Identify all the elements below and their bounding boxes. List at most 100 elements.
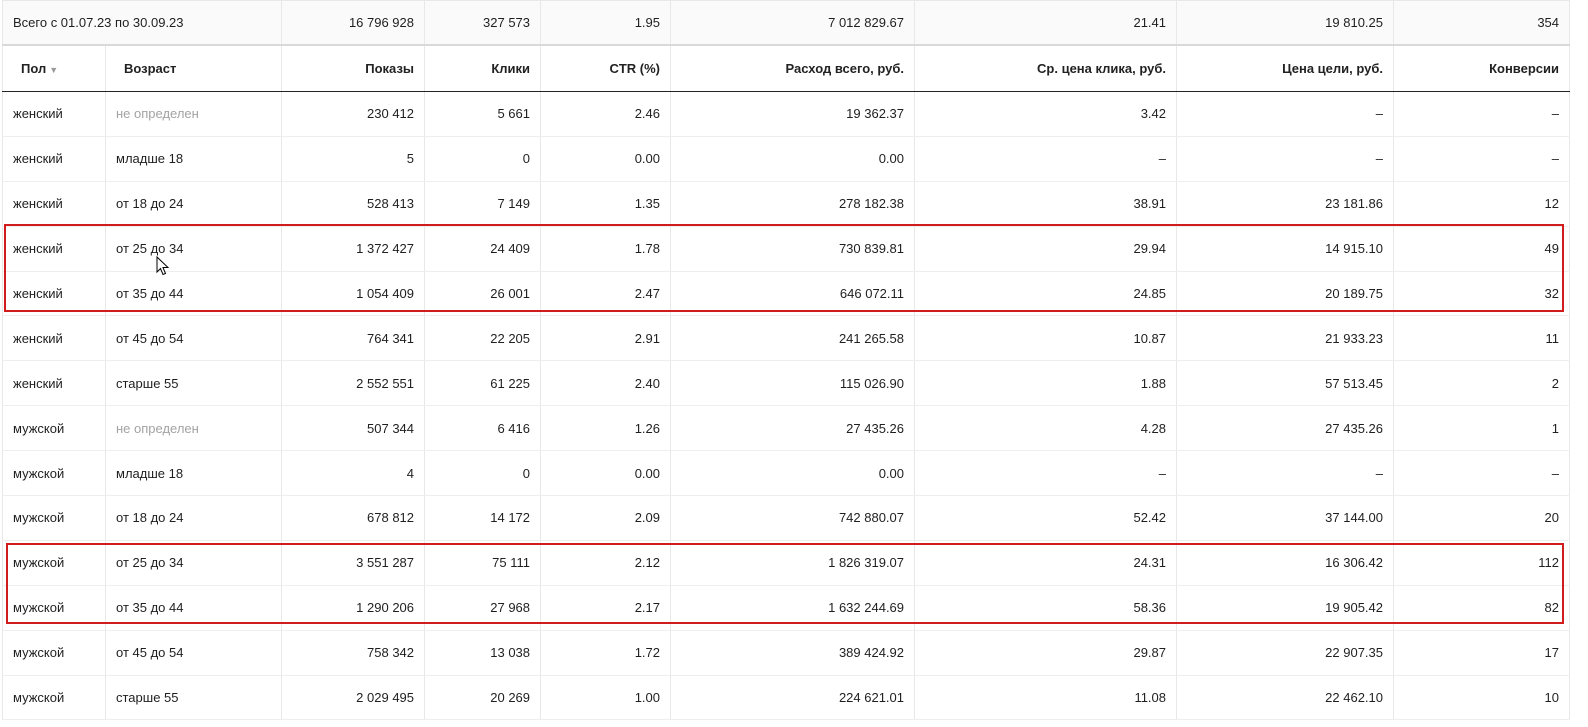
cell-clicks: 20 269 — [424, 675, 541, 721]
cell-conversions: – — [1393, 136, 1571, 182]
cell-ctr: 0.00 — [540, 136, 671, 182]
cell-spend: 27 435.26 — [670, 405, 915, 452]
cell-spend: 241 265.58 — [670, 315, 915, 362]
cell-impressions: 2 552 551 — [281, 360, 425, 407]
cell-spend: 0.00 — [670, 450, 915, 497]
cell-clicks: 24 409 — [424, 226, 541, 272]
cell-age: младше 18 — [104, 450, 282, 497]
totals-goal-cost: 19 810.25 — [1176, 0, 1394, 46]
cell-gender: мужской — [2, 540, 106, 586]
totals-avg-cpc: 21.41 — [914, 0, 1177, 46]
cell-age: старше 55 — [104, 360, 282, 407]
cell-gender: мужской — [2, 585, 106, 631]
cell-conversions: 32 — [1393, 271, 1571, 317]
cell-clicks: 26 001 — [424, 271, 541, 317]
cell-gender: женский — [2, 91, 106, 137]
column-header-impressions[interactable]: Показы — [281, 45, 425, 92]
cell-age: от 18 до 24 — [104, 495, 282, 541]
mouse-cursor-icon — [156, 256, 170, 276]
cell-clicks: 0 — [424, 450, 541, 497]
cell-goal-cost: 57 513.45 — [1176, 360, 1394, 407]
cell-ctr: 1.26 — [540, 405, 671, 452]
cell-spend: 19 362.37 — [670, 91, 915, 137]
column-header-ctr[interactable]: CTR (%) — [540, 45, 671, 92]
cell-goal-cost: 27 435.26 — [1176, 405, 1394, 452]
cell-goal-cost: 23 181.86 — [1176, 181, 1394, 227]
cell-ctr: 2.17 — [540, 585, 671, 631]
column-header-spend[interactable]: Расход всего, руб. — [670, 45, 915, 92]
cell-conversions: 82 — [1393, 585, 1571, 631]
table-row: женский от 25 до 34 1 372 427 24 409 1.78 730… — [2, 226, 1571, 272]
totals-impressions: 16 796 928 — [281, 0, 425, 46]
cell-conversions: 49 — [1393, 226, 1571, 272]
column-header-clicks[interactable]: Клики — [424, 45, 541, 92]
cell-gender: мужской — [2, 450, 106, 497]
column-header-avg-cpc[interactable]: Ср. цена клика, руб. — [914, 45, 1177, 92]
column-header-gender[interactable]: Пол ▼ — [2, 45, 106, 92]
cell-spend: 224 621.01 — [670, 675, 915, 721]
sort-desc-icon[interactable]: ▼ — [49, 65, 58, 75]
cell-ctr: 1.72 — [540, 630, 671, 676]
table-row: женский старше 55 2 552 551 61 225 2.40 115 0… — [2, 360, 1571, 407]
cell-avg-cpc: 24.31 — [914, 540, 1177, 586]
column-header-goal-cost[interactable]: Цена цели, руб. — [1176, 45, 1394, 92]
cell-age: от 45 до 54 — [104, 315, 282, 362]
cell-avg-cpc: 3.42 — [914, 91, 1177, 137]
cell-goal-cost: 21 933.23 — [1176, 315, 1394, 362]
cell-impressions: 3 551 287 — [281, 540, 425, 586]
totals-clicks: 327 573 — [424, 0, 541, 46]
cell-clicks: 13 038 — [424, 630, 541, 676]
cell-clicks: 27 968 — [424, 585, 541, 631]
cell-ctr: 2.47 — [540, 271, 671, 317]
cell-clicks: 22 205 — [424, 315, 541, 362]
cell-goal-cost: 22 907.35 — [1176, 630, 1394, 676]
cell-conversions: 20 — [1393, 495, 1571, 541]
cell-avg-cpc: – — [914, 136, 1177, 182]
cell-clicks: 0 — [424, 136, 541, 182]
cell-goal-cost: – — [1176, 91, 1394, 137]
cell-gender: мужской — [2, 495, 106, 541]
cell-avg-cpc: 58.36 — [914, 585, 1177, 631]
cell-gender: женский — [2, 315, 106, 362]
cell-ctr: 0.00 — [540, 450, 671, 497]
cell-conversions: 11 — [1393, 315, 1571, 362]
cell-ctr: 1.35 — [540, 181, 671, 227]
cell-age: старше 55 — [104, 675, 282, 721]
cell-conversions: 2 — [1393, 360, 1571, 407]
cell-spend: 646 072.11 — [670, 271, 915, 317]
cell-conversions: 12 — [1393, 181, 1571, 227]
cell-avg-cpc: – — [914, 450, 1177, 497]
cell-avg-cpc: 10.87 — [914, 315, 1177, 362]
cell-ctr: 2.40 — [540, 360, 671, 407]
cell-impressions: 5 — [281, 136, 425, 182]
cell-age: от 25 до 34 — [104, 226, 282, 272]
cell-goal-cost: 22 462.10 — [1176, 675, 1394, 721]
cell-spend: 0.00 — [670, 136, 915, 182]
totals-spend: 7 012 829.67 — [670, 0, 915, 46]
column-header-conversions[interactable]: Конверсии — [1393, 45, 1571, 92]
column-header-age[interactable]: Возраст — [104, 45, 282, 92]
cell-gender: женский — [2, 226, 106, 272]
cell-clicks: 5 661 — [424, 91, 541, 137]
cell-clicks: 7 149 — [424, 181, 541, 227]
totals-row: Всего с 01.07.23 по 30.09.23 16 796 928 … — [1, 0, 1571, 46]
cell-impressions: 678 812 — [281, 495, 425, 541]
totals-ctr: 1.95 — [540, 0, 671, 46]
cell-impressions: 4 — [281, 450, 425, 497]
cell-impressions: 764 341 — [281, 315, 425, 362]
cell-age: от 18 до 24 — [104, 181, 282, 227]
cell-avg-cpc: 24.85 — [914, 271, 1177, 317]
cell-impressions: 758 342 — [281, 630, 425, 676]
table-row: женский не определен 230 412 5 661 2.46 19 36… — [2, 91, 1571, 137]
table-row: женский младше 18 5 0 0.00 0.00– – – — [2, 136, 1571, 182]
cell-clicks: 6 416 — [424, 405, 541, 452]
cell-spend: 115 026.90 — [670, 360, 915, 407]
cell-gender: мужской — [2, 405, 106, 452]
cell-goal-cost: – — [1176, 450, 1394, 497]
cell-age: не определен — [104, 91, 282, 137]
cell-spend: 389 424.92 — [670, 630, 915, 676]
cell-avg-cpc: 29.87 — [914, 630, 1177, 676]
cell-conversions: 1 — [1393, 405, 1571, 452]
cell-conversions: 112 — [1393, 540, 1571, 586]
cell-gender: женский — [2, 360, 106, 407]
